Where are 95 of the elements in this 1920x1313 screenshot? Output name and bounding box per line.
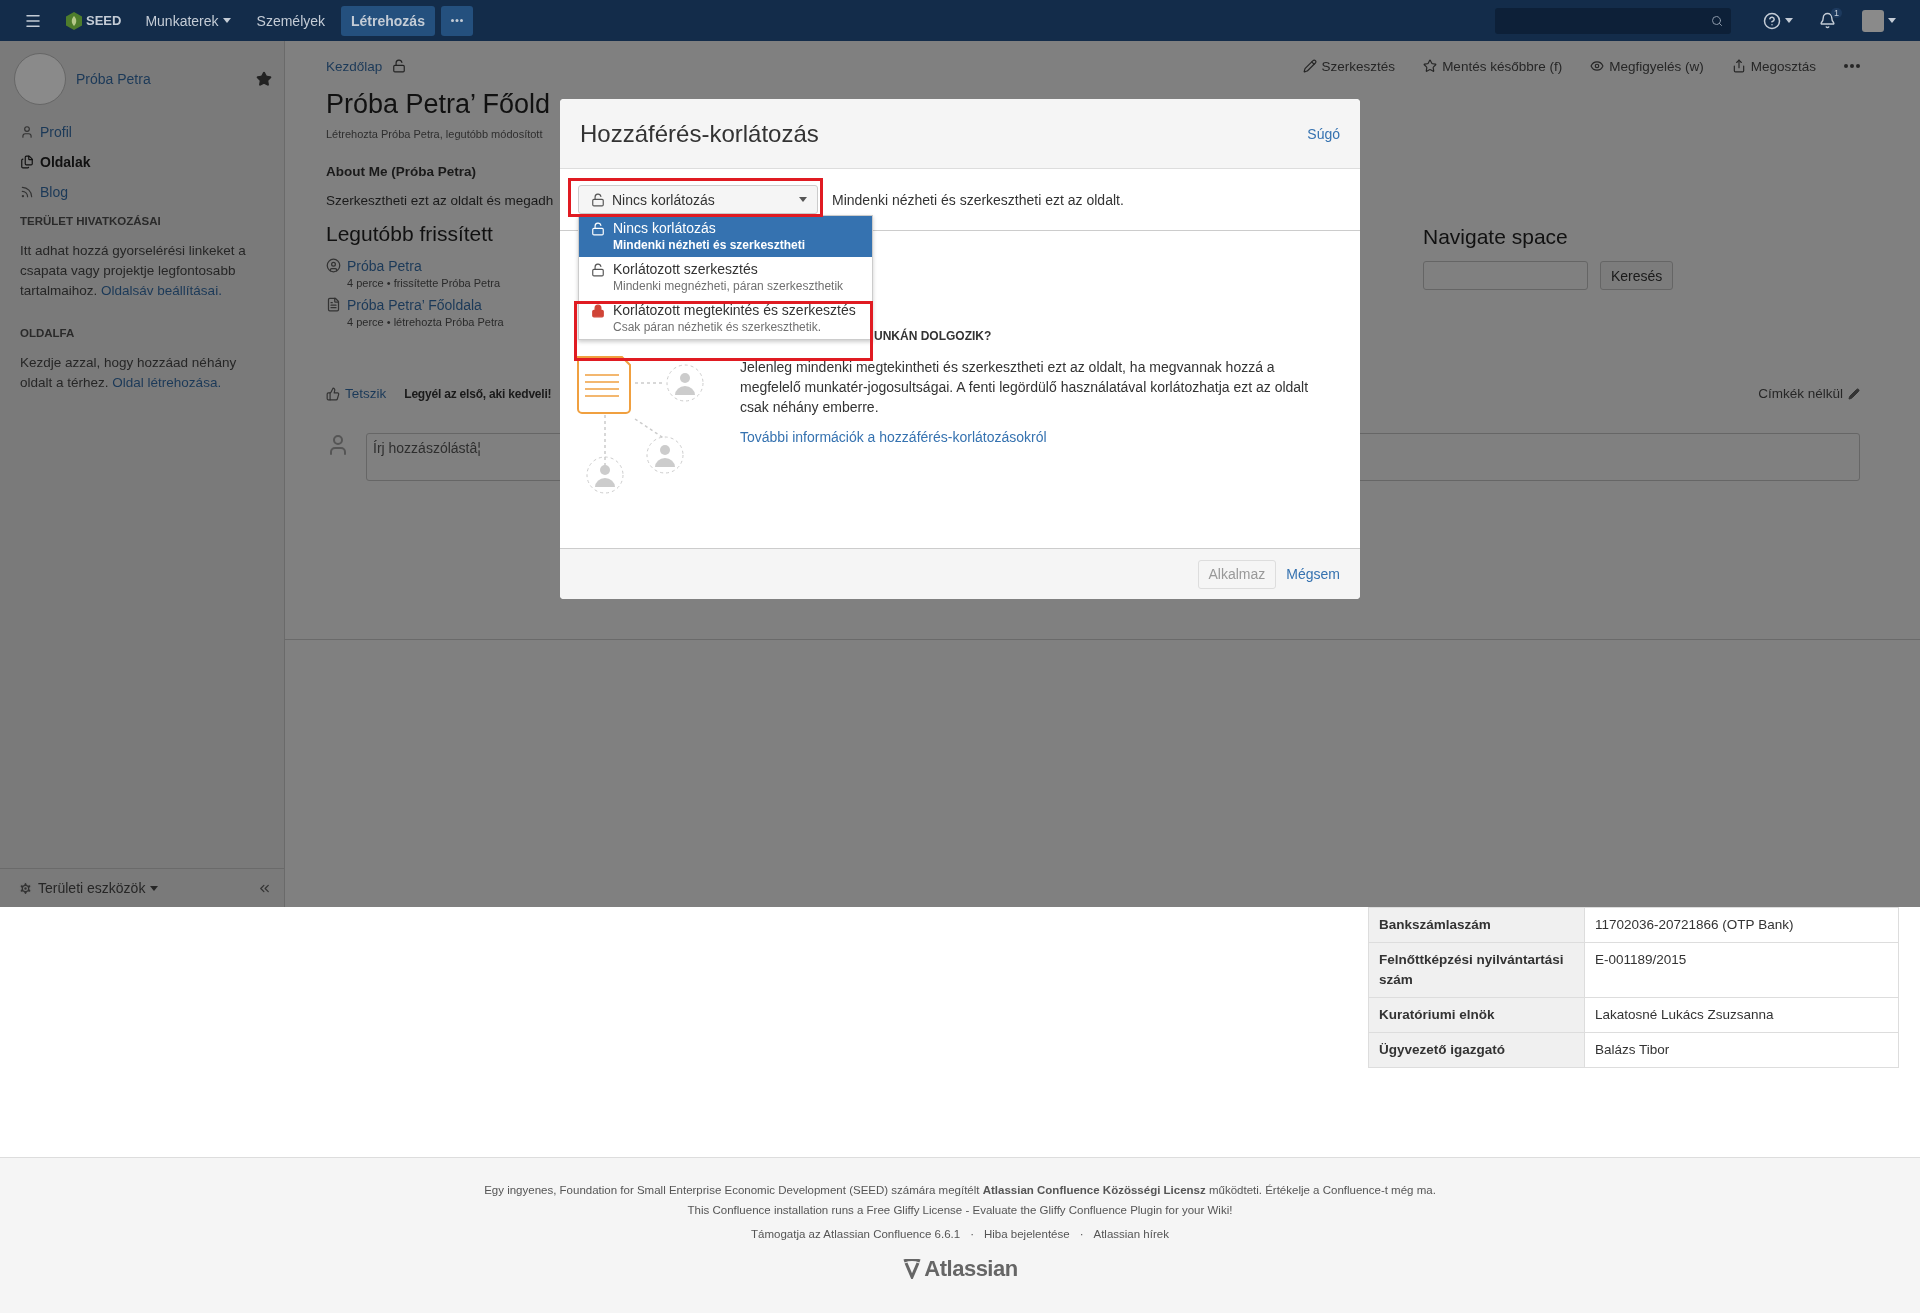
nav-menu-link[interactable]: Munkaterek: [135, 5, 241, 36]
about-text: Szerkesztheti ezt az oldalt és megadh: [326, 193, 554, 208]
breadcrumb-link[interactable]: Kezdőlap: [326, 58, 383, 74]
help-icon: [1763, 11, 1781, 30]
sidebar-nav-item[interactable]: Blog: [0, 177, 284, 207]
section-link[interactable]: Oldalsáv beállításai.: [101, 283, 222, 298]
unlocked-padlock-icon: [591, 192, 605, 207]
table-cell: Lakatosné Lukács Zsuzsanna: [1584, 997, 1899, 1033]
gear-icon: [18, 880, 33, 896]
footer-link[interactable]: Hiba bejelentése: [983, 1228, 1070, 1240]
search-field[interactable]: [1495, 7, 1731, 34]
page-meta: Létrehozta Próba Petra, legutóbb módosított: [326, 128, 543, 140]
restriction-select[interactable]: Nincs korlátozás: [578, 185, 818, 214]
pages-icon: [20, 155, 34, 169]
person-icon: [20, 125, 34, 139]
caret-icon: [799, 197, 807, 202]
labels-link[interactable]: Címkék nélkül: [1758, 386, 1860, 401]
space-tools-button[interactable]: Területi eszközök: [18, 880, 159, 896]
pencil-icon: [1848, 387, 1860, 400]
sidebar-nav-item[interactable]: Oldalak: [0, 147, 284, 177]
search-button[interactable]: Keresés: [1600, 261, 1674, 290]
sidebar-nav-item[interactable]: Profil: [0, 117, 284, 147]
caret-icon: [150, 885, 159, 891]
create-button[interactable]: Létrehozás: [341, 5, 435, 36]
separator-dot: ·: [970, 1228, 974, 1240]
rss-icon: [20, 185, 34, 199]
recent-item-meta: 4 perce • frissítette Próba Petra: [347, 277, 501, 289]
recent-item-link[interactable]: Próba Petra’ Főoldala: [347, 297, 482, 313]
footer-text: Egy ingyenes, Foundation for Small Enterprise Economic Development (SEED) számára megítélt Atlassian Confluence Közösségi Licensz működteti. Értékelje a Confluence-t még ma.: [484, 1183, 1436, 1198]
page-action-link[interactable]: Megfigyelés (w): [1590, 58, 1704, 74]
cancel-link[interactable]: Mégsem: [1286, 566, 1340, 582]
recent-item-meta: 4 perce • létrehozta Próba Petra: [347, 316, 504, 328]
info-link[interactable]: További információk a hozzáférés-korlátozásokról: [740, 429, 1047, 445]
eye-icon: [1590, 59, 1605, 73]
dialog-heading: UNKÁN DOLGOZIK?: [874, 329, 993, 343]
table-header-cell: Ügyvezető igazgató: [1368, 1032, 1585, 1068]
recent-heading: Legutóbb frissített: [326, 222, 494, 246]
footer-link[interactable]: Támogatja az Atlassian Confluence 6.6.1: [751, 1228, 961, 1240]
section-heading: OLDALFA: [19, 327, 76, 339]
dialog-text: Jelenleg mindenki megtekintheti és szerkesztheti ezt az oldalt, ha megvannak hozzá a megfelelő munkatér-jogosultságai. A fenti legördülő használatával korlátozhatja ezt az oldalt csak néhány emberre.: [740, 358, 1310, 417]
pencil-icon: [1302, 59, 1317, 73]
more-button[interactable]: [440, 5, 473, 36]
user-name-link[interactable]: Próba Petra: [76, 71, 151, 87]
padlock-icon: [591, 304, 605, 318]
footer-link[interactable]: Atlassian hírek: [1093, 1228, 1169, 1240]
caret-icon: [1785, 18, 1793, 23]
profile-icon: [326, 258, 341, 273]
user-avatar: [1862, 9, 1884, 32]
table-cell: Balázs Tibor: [1584, 1032, 1899, 1068]
unlocked-padlock-icon: [392, 59, 407, 73]
caret-icon: [1888, 18, 1896, 23]
separator-dot: ·: [1079, 1228, 1084, 1240]
navigate-heading: Navigate space: [1423, 225, 1569, 249]
restriction-option[interactable]: Nincs korlátozás Mindenki nézheti és szerkesztheti: [579, 216, 872, 257]
dialog-title: Hozzáférés-korlátozás: [580, 119, 819, 148]
help-link[interactable]: Súgó: [1307, 125, 1340, 142]
like-button[interactable]: Tetszik: [326, 386, 387, 401]
unlocked-padlock-icon: [591, 222, 605, 236]
thumbs-up-icon: [326, 386, 340, 401]
unlocked-padlock-icon: [591, 263, 605, 277]
atlassian-logo: Atlassian: [902, 1256, 1018, 1282]
document-icon: [326, 297, 341, 312]
restriction-description: Mindenki nézheti és szerkesztheti ezt az oldalt.: [832, 191, 1124, 208]
table-cell: 11702036-20721866 (OTP Bank): [1584, 907, 1899, 943]
table-header-cell: Bankszámlaszám: [1368, 907, 1585, 943]
star-icon: [1423, 59, 1438, 73]
section-text: Kezdje azzal, hogy hozzáad néhány oldalt a térhez. Oldal létrehozása.: [20, 354, 238, 392]
recent-item-link[interactable]: Próba Petra: [347, 258, 422, 274]
star-icon: [256, 71, 272, 87]
avatar: [14, 53, 66, 105]
table-header-cell: Felnőttképzési nyilvántartási szám: [1368, 942, 1585, 998]
page-action-link[interactable]: Megosztás: [1731, 58, 1816, 74]
more-icon: [1844, 64, 1860, 68]
page-action-link[interactable]: Szerkesztés: [1302, 58, 1396, 74]
restriction-option[interactable]: Korlátozott megtekintés és szerkesztés Csak páran nézhetik és szerkeszthetik.: [579, 298, 872, 339]
table-header-cell: Kuratóriumi elnök: [1368, 997, 1585, 1033]
notification-count: 1: [1831, 8, 1842, 18]
like-text: Legyél az első, aki kedveli!: [404, 386, 552, 401]
more-icon: [450, 19, 463, 22]
table-cell: E-001189/2015: [1584, 942, 1899, 998]
page-action-link[interactable]: Mentés későbbre (f): [1423, 58, 1563, 74]
section-link[interactable]: Oldal létrehozása.: [112, 375, 222, 390]
navigate-search-field[interactable]: [1423, 261, 1588, 290]
bell-icon: [1819, 12, 1836, 29]
section-heading: TERÜLET HIVATKOZÁSAI: [19, 215, 162, 227]
restriction-option[interactable]: Korlátozott szerkesztés Mindenki megnézheti, páran szerkeszthetik: [579, 257, 872, 298]
share-icon: [1731, 59, 1746, 73]
footer-text: This Confluence installation runs a Free Gliffy License - Evaluate the Gliffy Confluence Plugin for your Wiki!: [687, 1203, 1233, 1218]
search-icon: [1711, 14, 1723, 27]
about-heading: About Me (Próba Petra): [326, 164, 477, 179]
seed-logo[interactable]: SEED: [58, 11, 130, 30]
notifications-button[interactable]: 1: [1809, 5, 1846, 36]
page-title: Próba Petra’ Főold: [326, 89, 552, 120]
nav-menu-link[interactable]: Személyek: [246, 5, 336, 36]
section-text: Itt adhat hozzá gyorselérési linkeket a csapata vagy projektje legfontosabb tartalmaihoz. Oldalsáv beállításai.: [20, 242, 247, 300]
